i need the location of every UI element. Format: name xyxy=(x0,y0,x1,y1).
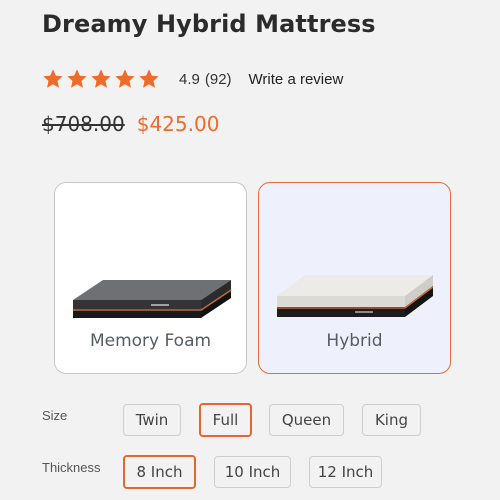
star-icon xyxy=(91,69,111,88)
star-icon xyxy=(67,69,87,88)
size-option-queen[interactable]: Queen xyxy=(269,404,344,436)
review-count: (92) xyxy=(204,70,232,88)
rating-row: 4.9 (92) Write a review xyxy=(42,66,343,92)
type-label: Memory Foam xyxy=(89,331,212,351)
sale-price: $425.00 xyxy=(136,112,220,136)
star-icon xyxy=(115,69,135,88)
star-rating xyxy=(42,68,160,90)
size-option-king[interactable]: King xyxy=(362,404,421,436)
type-label: Hybrid xyxy=(326,331,383,351)
original-price: $708.00 xyxy=(42,112,125,136)
gray-mattress-image xyxy=(73,280,232,318)
size-option-twin[interactable]: Twin xyxy=(123,404,181,436)
white-mattress-image xyxy=(277,275,434,317)
size-label: Size xyxy=(42,408,68,423)
type-option-hybrid[interactable]: Hybrid xyxy=(258,182,451,374)
write-review-link[interactable]: Write a review xyxy=(249,71,344,88)
type-option-memory-foam[interactable]: Memory Foam xyxy=(54,182,247,374)
thickness-option-12-inch[interactable]: 12 Inch xyxy=(309,456,382,488)
rating-value: 4.9 xyxy=(179,70,200,88)
thickness-label: Thickness xyxy=(42,460,101,475)
size-option-full[interactable]: Full xyxy=(199,403,252,437)
star-icon xyxy=(139,69,159,88)
thickness-option-10-inch[interactable]: 10 Inch xyxy=(214,456,291,488)
product-title: Dreamy Hybrid Mattress xyxy=(42,10,376,38)
star-icon xyxy=(43,69,63,88)
price-row: $708.00 $425.00 xyxy=(42,112,219,136)
thickness-option-8-inch[interactable]: 8 Inch xyxy=(123,455,196,489)
